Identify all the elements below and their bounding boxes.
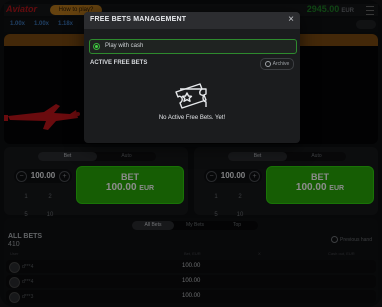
play-with-cash-label: Play with cash — [105, 43, 144, 49]
close-icon[interactable]: × — [288, 14, 294, 26]
radio-selected-icon[interactable] — [93, 43, 100, 50]
play-with-cash-option[interactable]: Play with cash — [89, 39, 297, 54]
empty-state-message: No Active Free Bets. Yet! — [158, 115, 226, 121]
free-bets-modal: FREE BETS MANAGEMENT × Play with cash AC… — [84, 12, 300, 143]
ticket-icon — [175, 83, 207, 109]
modal-title: FREE BETS MANAGEMENT — [90, 16, 187, 23]
archive-label: Archive — [272, 61, 290, 67]
clock-icon — [264, 60, 271, 67]
modal-header: FREE BETS MANAGEMENT × — [84, 12, 300, 29]
active-free-bets-heading: ACTIVE FREE BETS — [90, 60, 148, 66]
archive-button[interactable]: Archive — [260, 58, 294, 70]
